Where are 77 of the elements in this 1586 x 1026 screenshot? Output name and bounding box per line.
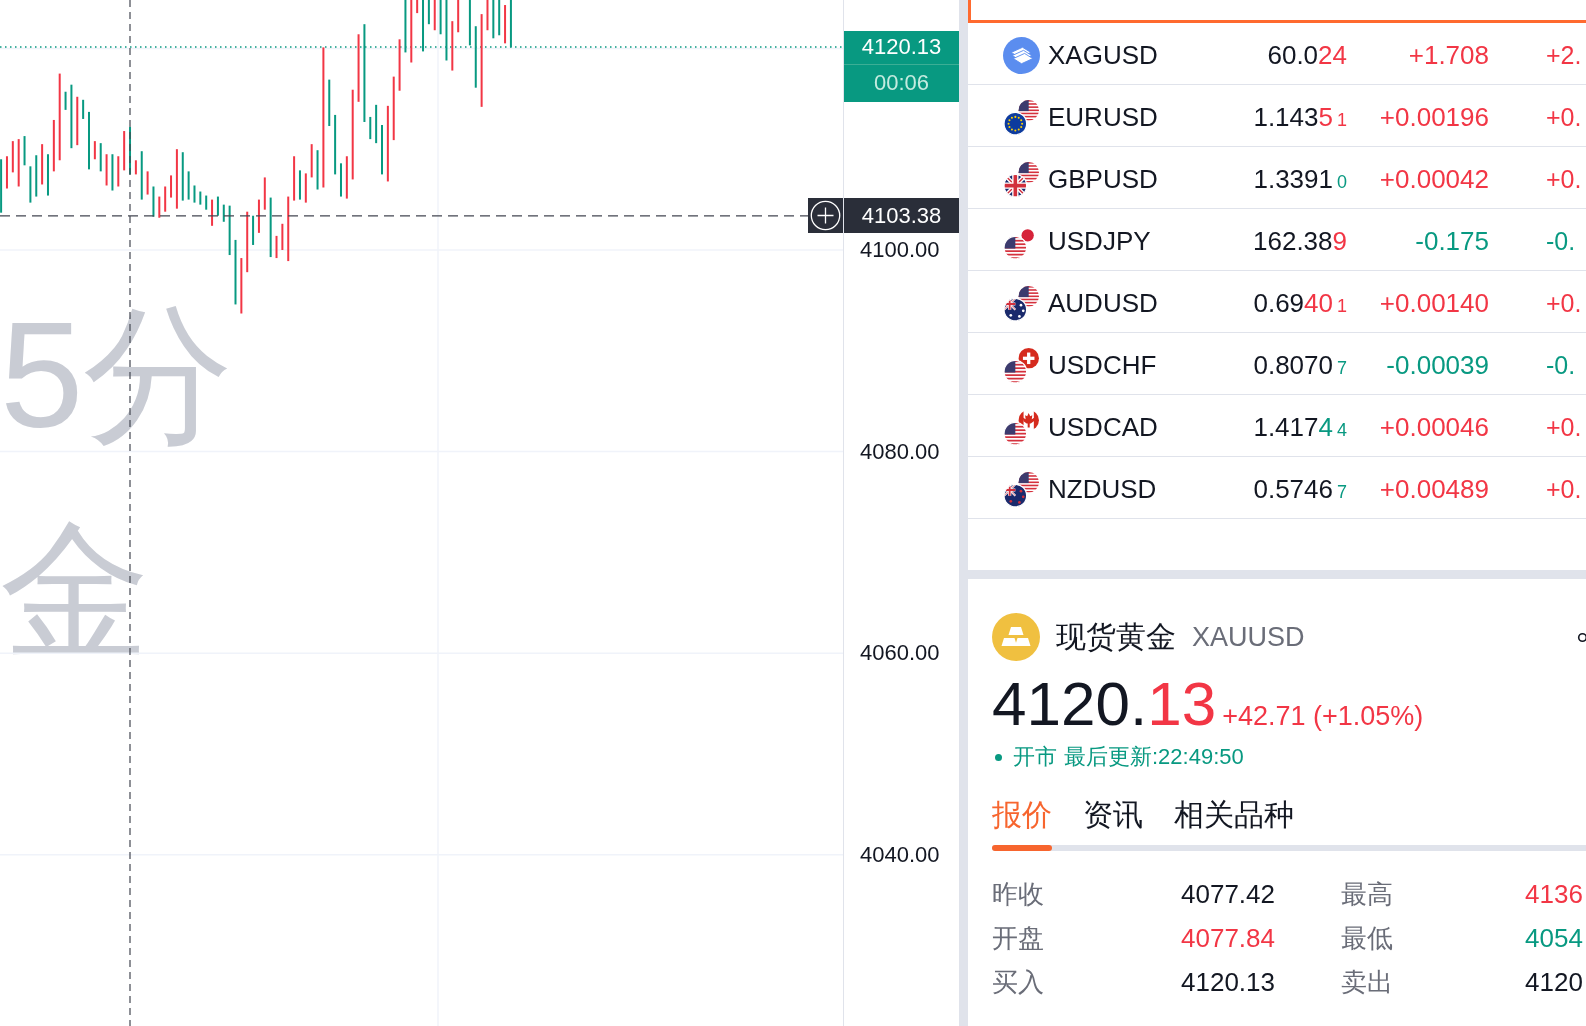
instrument-symbol: XAUUSD	[1192, 623, 1305, 651]
watchlist-row[interactable]: USDJPY 162.389 -0.175 -0.	[968, 209, 1586, 271]
crosshair-price-text: 4103.38	[861, 204, 942, 227]
stat-value: 4077.84	[1181, 921, 1275, 955]
percent-text: -0.	[1546, 225, 1576, 257]
price-text: 1.3391 0	[1253, 163, 1347, 196]
percent-text: +0.	[1546, 101, 1582, 133]
price-text: 4120.13	[992, 673, 1217, 735]
percent-text: +0.	[1546, 287, 1582, 319]
symbol-text: XAGUSD	[1048, 39, 1158, 72]
watchlist-row[interactable]: USDCAD 1.4174 4 +0.00046 +0.	[968, 395, 1586, 457]
watchlist-row[interactable]: XAGUSD 60.024 +1.708 +2.	[968, 23, 1586, 85]
flags-icon	[1003, 347, 1040, 384]
change-text: +0.00489	[1379, 473, 1489, 506]
ingots-icon	[992, 613, 1040, 661]
watchlist-row[interactable]: NZDUSD 0.5746 7 +0.00489 +0.	[968, 457, 1586, 519]
price-text: 162.389	[1253, 225, 1347, 258]
last-update-text: 最后更新:22:49:50	[1064, 746, 1244, 768]
percent-text: +0.	[1546, 411, 1582, 443]
change-text: -0.00039	[1386, 349, 1489, 382]
flags-icon	[1003, 409, 1040, 446]
watchlist-row[interactable]: GBPUSD 1.3391 0 +0.00042 +0.	[968, 147, 1586, 209]
symbol-text: NZDUSD	[1048, 473, 1157, 506]
stat-label: 卖出	[1341, 965, 1393, 999]
axis-label: 4080.00	[860, 438, 940, 465]
last-price-text: 4120.13	[861, 36, 942, 59]
symbol-text: USDCAD	[1048, 411, 1158, 444]
percent-text: +2.	[1546, 39, 1582, 71]
watchlist-row[interactable]: USDCHF 0.8070 7 -0.00039 -0.	[968, 333, 1586, 395]
market-status-text: 开市	[1013, 746, 1057, 768]
stat-value: 4077.42	[1181, 877, 1275, 911]
price-text: 0.5746 7	[1253, 473, 1347, 506]
countdown-text: 00:06	[873, 72, 930, 95]
price-text: 0.8070 7	[1253, 349, 1347, 382]
stat-label: 最高	[1341, 877, 1393, 911]
price-text: 0.6940 1	[1253, 287, 1347, 320]
stat-label: 买入	[992, 965, 1044, 999]
stat-value: 4120.13	[1181, 965, 1275, 999]
symbol-text: USDJPY	[1048, 225, 1151, 258]
price-text: 1.4174 4	[1253, 411, 1347, 444]
percent-text: +0.	[1546, 473, 1582, 505]
flags-icon	[1003, 99, 1040, 136]
stat-value: 4136	[1525, 877, 1583, 911]
watchlist-row[interactable]: AUDUSD 0.6940 1 +0.00140 +0.	[968, 271, 1586, 333]
watchlist-row[interactable]: EURUSD 1.1435 1 +0.00196 +0.	[968, 85, 1586, 147]
tab[interactable]: 相关品种	[1174, 797, 1294, 833]
axis-label: 4060.00	[860, 640, 940, 667]
stat-label: 昨收	[992, 877, 1044, 911]
symbol-text: USDCHF	[1048, 349, 1157, 382]
watchlist-row[interactable]	[968, 0, 1586, 23]
change-text: +0.00140	[1379, 287, 1489, 320]
stat-label: 开盘	[992, 921, 1044, 955]
stat-label: 最低	[1341, 921, 1393, 955]
instrument-name: 现货黄金	[1056, 622, 1176, 652]
flags-icon	[1003, 285, 1040, 322]
sheets-icon	[1003, 37, 1040, 74]
price-text: 60.024	[1267, 39, 1347, 72]
change-text: +0.00042	[1379, 163, 1489, 196]
ring-icon[interactable]	[1577, 631, 1586, 643]
change-text: +1.708	[1408, 39, 1489, 72]
symbol-text: EURUSD	[1048, 101, 1158, 134]
axis-label: 4100.00	[860, 237, 940, 263]
percent-text: +0.	[1546, 163, 1582, 195]
stat-value: 4120	[1525, 965, 1583, 999]
flags-icon	[1003, 161, 1040, 198]
symbol-text: GBPUSD	[1048, 163, 1158, 196]
change-text: -0.175	[1415, 225, 1489, 258]
tab[interactable]: 资讯	[1083, 797, 1143, 833]
price-text: 1.1435 1	[1253, 101, 1347, 134]
change-text: +0.00046	[1379, 411, 1489, 444]
change-text: +0.00196	[1379, 101, 1489, 134]
symbol-text: AUDUSD	[1048, 287, 1158, 320]
change-text: +42.71 (+1.05%)	[1222, 703, 1424, 730]
flags-icon	[1003, 471, 1040, 508]
stat-value: 4054	[1525, 921, 1583, 955]
percent-text: -0.	[1546, 349, 1576, 381]
axis-label: 4040.00	[860, 841, 940, 868]
